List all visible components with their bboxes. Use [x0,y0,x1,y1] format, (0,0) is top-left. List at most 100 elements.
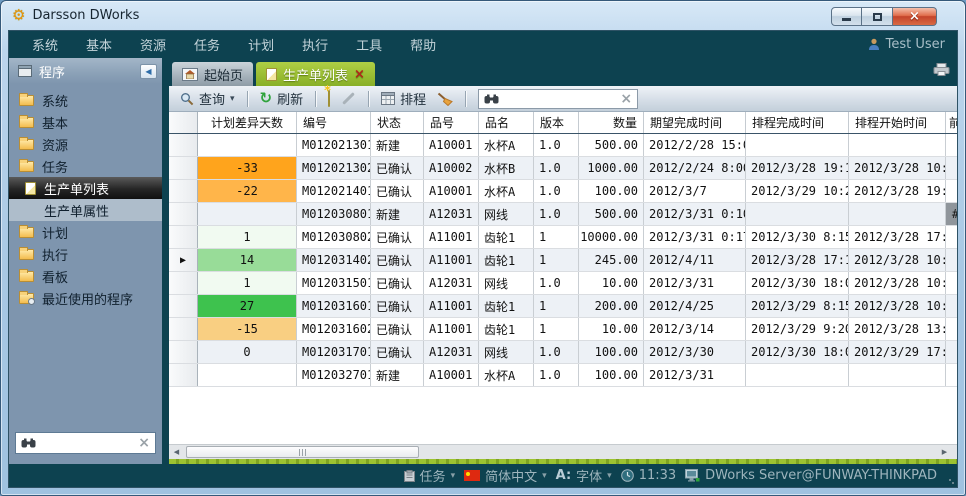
sidebar-collapse-button[interactable]: ◀ [140,64,157,79]
cell-status[interactable]: 已确认 [371,272,424,294]
cell-diff[interactable]: 1 [198,226,297,248]
cell-sched_finish[interactable] [746,364,849,386]
printer-icon[interactable] [933,63,950,76]
table-row[interactable]: -33M012021302已确认A10002水杯B1.01000.002012/… [169,157,957,180]
cell-status[interactable]: 已确认 [371,249,424,271]
cell-qty[interactable]: 245.00 [579,249,644,271]
maximize-button[interactable] [862,7,893,26]
column-header-extra[interactable]: 前 [946,112,957,133]
sidebar-item[interactable]: 生产单列表 [9,177,162,199]
cell-diff[interactable] [198,134,297,156]
cell-item_no[interactable]: A11001 [424,226,479,248]
cell-version[interactable]: 1.0 [534,364,579,386]
cell-item_name[interactable]: 网线 [479,203,534,225]
cell-item_no[interactable]: A12031 [424,341,479,363]
cell-status[interactable]: 新建 [371,203,424,225]
row-selector[interactable] [169,203,198,225]
cell-diff[interactable]: -33 [198,157,297,179]
minimize-button[interactable] [831,7,862,26]
cell-expected_finish[interactable]: 2012/4/25 [644,295,746,317]
cell-diff[interactable]: 14 [198,249,297,271]
cell-status[interactable]: 已确认 [371,295,424,317]
cell-item_name[interactable]: 水杯A [479,180,534,202]
language-dropdown[interactable]: 简体中文 ▾ [464,466,547,485]
cell-extra[interactable] [946,272,957,294]
cell-extra[interactable] [946,295,957,317]
refresh-button[interactable]: ↻ 刷新 [257,87,307,110]
cell-extra[interactable] [946,318,957,340]
column-header-diff[interactable]: 计划差异天数 [198,112,297,133]
cell-sched_finish[interactable]: 2012/3/30 18:00 [746,272,849,294]
cell-item_name[interactable]: 齿轮1 [479,249,534,271]
cell-qty[interactable]: 1000.00 [579,157,644,179]
cell-version[interactable]: 1.0 [534,180,579,202]
cell-status[interactable]: 新建 [371,364,424,386]
table-row[interactable]: M012021301新建A10001水杯A1.0500.002012/2/28 … [169,134,957,157]
cell-sched_finish[interactable]: 2012/3/28 19:10 [746,157,849,179]
cell-expected_finish[interactable]: 2012/3/31 [644,272,746,294]
tab-active[interactable]: 生产单列表× [256,62,375,86]
cell-sched_start[interactable]: 2012/3/28 13:40 [849,318,946,340]
cell-item_name[interactable]: 齿轮1 [479,226,534,248]
cell-item_name[interactable]: 水杯A [479,134,534,156]
cell-item_name[interactable]: 齿轮1 [479,295,534,317]
sidebar-item[interactable]: 生产单属性 [9,199,162,221]
cell-code[interactable]: M012021302 [297,157,371,179]
cell-item_no[interactable]: A10001 [424,364,479,386]
cell-qty[interactable]: 10000.00 [579,226,644,248]
row-selector[interactable] [169,341,198,363]
cell-version[interactable]: 1 [534,295,579,317]
cell-code[interactable]: M012031701 [297,341,371,363]
cell-item_no[interactable]: A10001 [424,134,479,156]
sidebar-item[interactable]: 基本 [9,111,162,133]
table-row[interactable]: M012030801新建A12031网线1.0500.002012/3/31 0… [169,203,957,226]
cell-version[interactable]: 1.0 [534,272,579,294]
cell-diff[interactable]: -22 [198,180,297,202]
cell-item_name[interactable]: 网线 [479,272,534,294]
cell-expected_finish[interactable]: 2012/3/30 [644,341,746,363]
cell-version[interactable]: 1 [534,249,579,271]
row-selector[interactable] [169,134,198,156]
row-selector[interactable] [169,157,198,179]
cell-sched_finish[interactable]: 2012/3/30 8:15 [746,226,849,248]
cell-extra[interactable] [946,226,957,248]
cell-extra[interactable] [946,364,957,386]
cell-sched_finish[interactable]: 2012/3/28 17:13 [746,249,849,271]
menu-item[interactable]: 帮助 [396,33,450,56]
menu-item[interactable]: 基本 [72,33,126,56]
column-header-status[interactable]: 状态 [371,112,424,133]
cell-expected_finish[interactable]: 2012/3/7 [644,180,746,202]
row-selector[interactable]: ▶ [169,249,198,271]
cell-sched_finish[interactable]: 2012/3/30 18:00 [746,341,849,363]
cell-extra[interactable] [946,157,957,179]
menu-item[interactable]: 系统 [18,33,72,56]
cell-expected_finish[interactable]: 2012/3/31 0:10 [644,203,746,225]
sidebar-search-clear-icon[interactable]: × [138,436,150,450]
cell-item_no[interactable]: A11001 [424,318,479,340]
cell-sched_finish[interactable]: 2012/3/29 10:20 [746,180,849,202]
font-dropdown[interactable]: A: 字体 ▾ [556,466,612,485]
cell-qty[interactable]: 100.00 [579,364,644,386]
column-header-item_no[interactable]: 品号 [424,112,479,133]
cell-sched_start[interactable]: 2012/3/28 10:52 [849,249,946,271]
cell-extra[interactable] [946,249,957,271]
table-row[interactable]: 1M012031501已确认A12031网线1.010.002012/3/312… [169,272,957,295]
cell-sched_start[interactable]: 2012/3/28 19:10 [849,180,946,202]
cell-version[interactable]: 1 [534,226,579,248]
cell-diff[interactable]: 1 [198,272,297,294]
cell-sched_start[interactable]: 2012/3/29 17:46 [849,341,946,363]
cell-item_name[interactable]: 网线 [479,341,534,363]
cell-diff[interactable]: 27 [198,295,297,317]
cell-qty[interactable]: 10.00 [579,272,644,294]
new-order-button[interactable]: * [325,89,333,108]
cell-diff[interactable]: 0 [198,341,297,363]
cell-diff[interactable]: -15 [198,318,297,340]
row-selector[interactable] [169,180,198,202]
cell-sched_finish[interactable] [746,134,849,156]
sidebar-item[interactable]: 任务 [9,155,162,177]
cell-item_name[interactable]: 水杯A [479,364,534,386]
cell-expected_finish[interactable]: 2012/3/14 [644,318,746,340]
cell-sched_start[interactable]: 2012/3/28 17:13 [849,226,946,248]
cell-extra[interactable] [946,341,957,363]
cell-qty[interactable]: 100.00 [579,341,644,363]
